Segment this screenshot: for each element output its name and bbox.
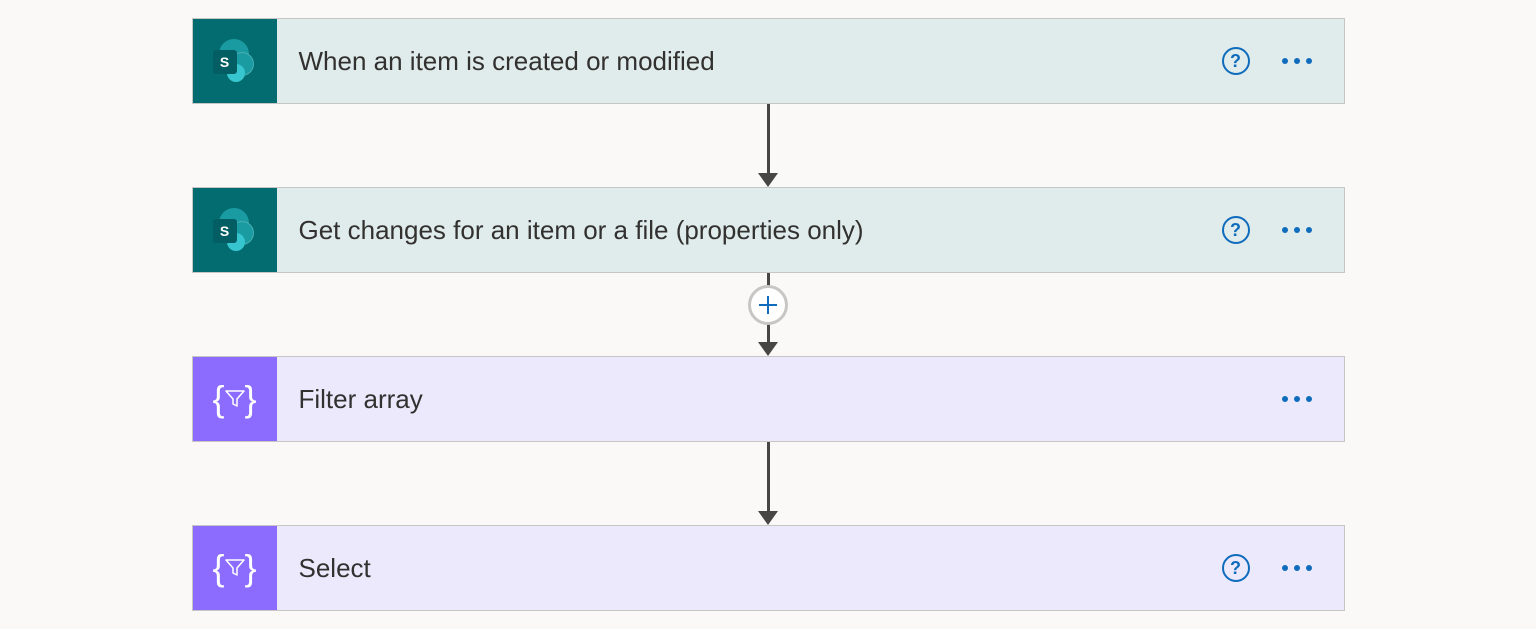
more-menu-icon[interactable]: [1280, 54, 1314, 68]
more-menu-icon[interactable]: [1280, 223, 1314, 237]
step-title: Get changes for an item or a file (prope…: [299, 215, 1222, 246]
sharepoint-icon: S: [193, 188, 277, 272]
connector: [758, 104, 778, 187]
step-get-changes[interactable]: S Get changes for an item or a file (pro…: [192, 187, 1345, 273]
step-select[interactable]: { } Select ?: [192, 525, 1345, 611]
step-title: When an item is created or modified: [299, 46, 1222, 77]
help-icon[interactable]: ?: [1222, 216, 1250, 244]
more-menu-icon[interactable]: [1280, 392, 1314, 406]
connector: [758, 273, 778, 356]
filter-icon: { }: [193, 357, 277, 441]
step-trigger-created-modified[interactable]: S When an item is created or modified ?: [192, 18, 1345, 104]
help-icon[interactable]: ?: [1222, 47, 1250, 75]
more-menu-icon[interactable]: [1280, 561, 1314, 575]
plus-icon: [759, 296, 777, 314]
flow-container: S When an item is created or modified ? …: [192, 18, 1345, 611]
filter-icon: { }: [193, 526, 277, 610]
connector: [758, 442, 778, 525]
help-icon[interactable]: ?: [1222, 554, 1250, 582]
step-title: Select: [299, 553, 1222, 584]
step-title: Filter array: [299, 384, 1280, 415]
add-step-button[interactable]: [748, 285, 788, 325]
step-filter-array[interactable]: { } Filter array: [192, 356, 1345, 442]
sharepoint-icon: S: [193, 19, 277, 103]
